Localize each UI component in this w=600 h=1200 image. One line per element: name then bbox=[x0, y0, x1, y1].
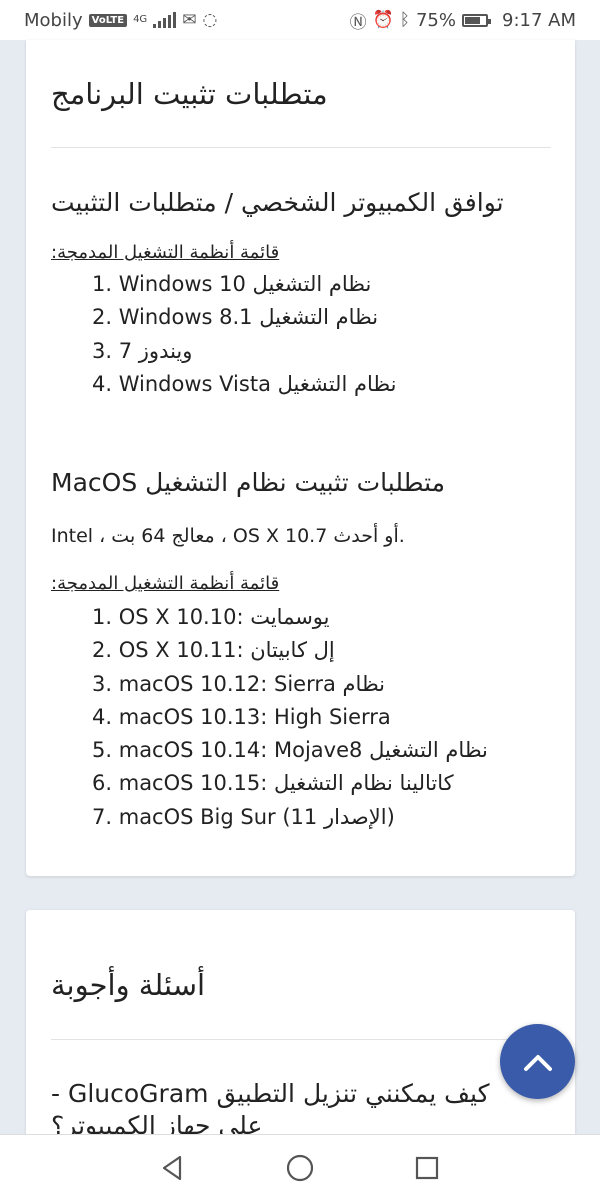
list-item: 1. نظام التشغيل Windows 10 bbox=[92, 272, 372, 296]
recents-icon[interactable] bbox=[412, 1153, 442, 1183]
faq-card: أسئلة وأجوبة كيف يمكنني تنزيل التطبيق Gl… bbox=[26, 910, 575, 1170]
requirements-card: متطلبات تثبيت البرنامج توافق الكمبيوتر ا… bbox=[26, 40, 575, 876]
battery-icon bbox=[462, 13, 491, 27]
windows-heading: توافق الكمبيوتر الشخصي / متطلبات التثبيت bbox=[51, 188, 504, 217]
status-bar: Mobily VoLTE 4G ✉ ◌ Ⓝ ⏰ ᛒ 75% 9:17 AM bbox=[0, 0, 600, 40]
navigation-bar bbox=[0, 1134, 600, 1200]
requirements-title: متطلبات تثبيت البرنامج bbox=[51, 77, 328, 111]
faq-question[interactable]: كيف يمكنني تنزيل التطبيق GlucoGram - على… bbox=[51, 1078, 521, 1142]
title-divider bbox=[51, 147, 551, 148]
list-item: 7. macOS Big Sur (11 الإصدار) bbox=[92, 804, 395, 829]
signal-icon bbox=[153, 12, 177, 28]
list-item: 2. نظام التشغيل Windows 8.1 bbox=[92, 305, 379, 330]
mac-heading: MacOS متطلبات تثبيت نظام التشغيل bbox=[51, 468, 446, 497]
faq-divider bbox=[51, 1039, 551, 1040]
mac-os-list: 1. OS X 10.10: يوسمايت 2. OS X 10.11: إل… bbox=[92, 601, 488, 834]
list-item: 2. OS X 10.11: إل كابيتان bbox=[92, 638, 335, 663]
back-icon[interactable] bbox=[158, 1153, 188, 1183]
message-icon: ✉ bbox=[182, 10, 197, 30]
carrier-label: Mobily bbox=[24, 9, 83, 31]
list-item: 3. ويندوز 7 bbox=[92, 338, 193, 363]
network-type-label: 4G bbox=[133, 14, 148, 25]
mac-subheading: قائمة أنظمة التشغيل المدمجة: bbox=[51, 573, 280, 594]
list-item: 1. OS X 10.10: يوسمايت bbox=[92, 605, 330, 629]
status-bar-left: Mobily VoLTE 4G ✉ ◌ bbox=[24, 10, 217, 31]
bluetooth-icon: ᛒ bbox=[399, 10, 410, 30]
list-item: 4. نظام التشغيل Windows Vista bbox=[92, 371, 397, 396]
chevron-up-icon bbox=[523, 1054, 552, 1071]
home-icon[interactable] bbox=[285, 1153, 315, 1183]
windows-subheading: قائمة أنظمة التشغيل المدمجة: bbox=[51, 242, 280, 263]
list-item: 3. macOS 10.12: Sierra نظام bbox=[92, 671, 386, 696]
list-item: 5. macOS 10.14: Mojave8 نظام التشغيل bbox=[92, 738, 488, 763]
battery-fill bbox=[465, 16, 480, 24]
volte-badge: VoLTE bbox=[88, 13, 128, 27]
scroll-to-top-button[interactable] bbox=[500, 1024, 575, 1099]
windows-os-list: 1. نظام التشغيل Windows 10 2. نظام التشغ… bbox=[92, 268, 396, 401]
nfc-icon: Ⓝ bbox=[349, 12, 367, 33]
list-item: 4. macOS 10.13: High Sierra bbox=[92, 704, 391, 729]
alarm-icon: ⏰ bbox=[372, 10, 394, 30]
faq-title: أسئلة وأجوبة bbox=[51, 968, 206, 1002]
list-item: 6. macOS 10.15: كاتالينا نظام التشغيل bbox=[92, 771, 454, 796]
mac-description: Intel ، معالج 64 بت ، OS X 10.7 أو أحدث. bbox=[51, 525, 405, 547]
clock: 9:17 AM bbox=[502, 9, 576, 31]
whatsapp-icon: ◌ bbox=[202, 10, 218, 30]
battery-percent: 75% bbox=[415, 9, 456, 31]
status-bar-right: Ⓝ ⏰ ᛒ 75% 9:17 AM bbox=[350, 8, 576, 33]
